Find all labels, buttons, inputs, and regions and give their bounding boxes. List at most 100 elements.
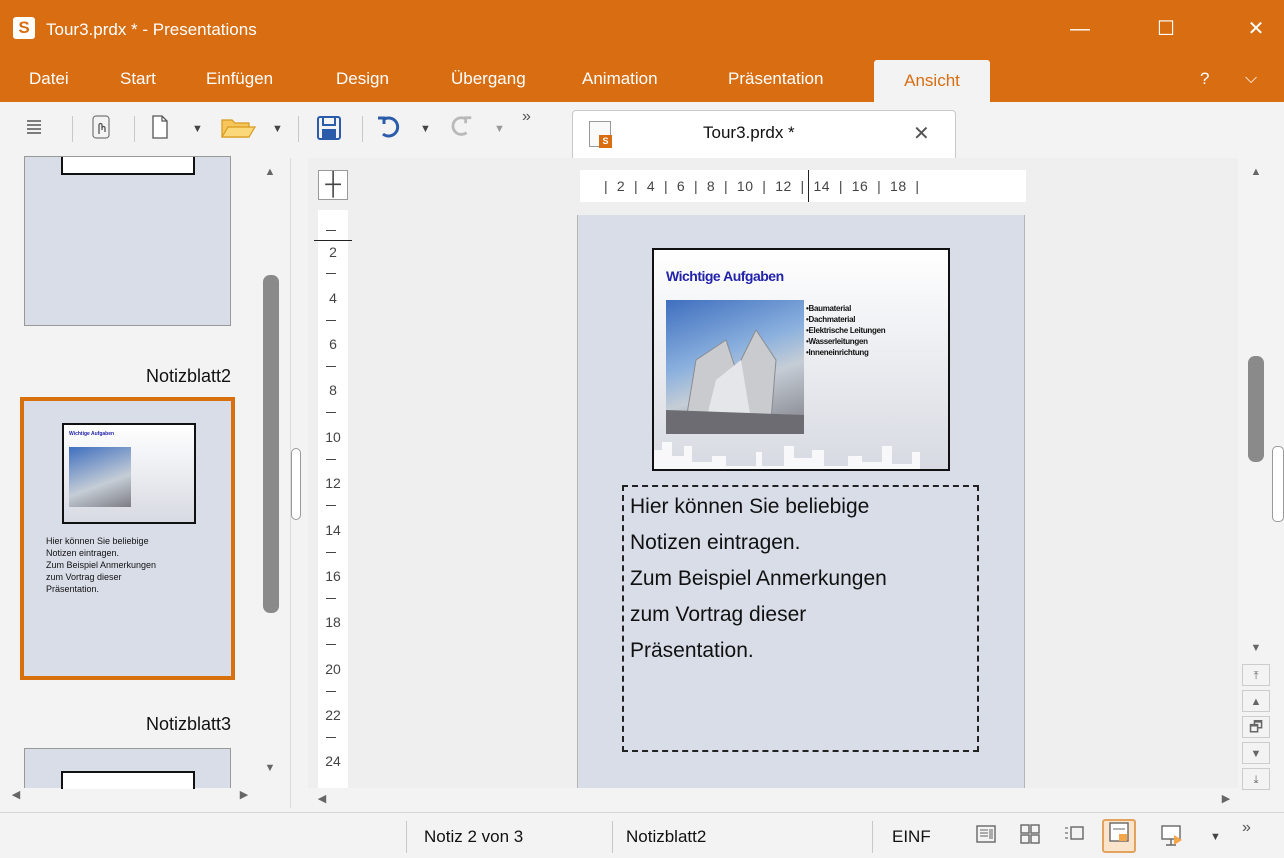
scroll-left-arrow-icon[interactable]: ◀ bbox=[314, 792, 330, 805]
outline-view-icon[interactable] bbox=[1060, 823, 1088, 851]
hand-pointer-icon[interactable] bbox=[86, 114, 116, 144]
toolbar-separator bbox=[72, 116, 73, 142]
dropdown-arrow-icon[interactable]: ▼ bbox=[192, 114, 203, 144]
ruler-label: 10 bbox=[325, 429, 341, 445]
menu-uebergang[interactable]: Übergang bbox=[451, 56, 526, 102]
status-overflow-button[interactable]: » bbox=[1242, 819, 1251, 837]
scroll-up-arrow-icon[interactable]: ▲ bbox=[1248, 166, 1264, 178]
menu-bar: Datei Start Einfügen Design Übergang Ani… bbox=[0, 56, 1284, 102]
thumbnail-note-line: zum Vortrag dieser bbox=[46, 572, 122, 582]
menu-animation[interactable]: Animation bbox=[582, 56, 658, 102]
slide-preview[interactable]: Wichtige Aufgaben •Baumaterial •Dachmate… bbox=[652, 248, 950, 471]
close-tab-button[interactable]: ✕ bbox=[913, 121, 930, 146]
normal-view-icon[interactable] bbox=[972, 823, 1000, 851]
notes-line: Notizen eintragen. bbox=[630, 531, 801, 554]
scroll-left-arrow-icon[interactable]: ◀ bbox=[8, 788, 24, 801]
menu-datei[interactable]: Datei bbox=[29, 56, 69, 102]
scroll-down-arrow-icon[interactable]: ▼ bbox=[262, 762, 278, 774]
notes-line: Präsentation. bbox=[630, 639, 754, 662]
vertical-scrollbar[interactable]: ▲ ▼ ⤒ ▲ 🗗 ▼ ⤓ bbox=[1238, 158, 1284, 808]
thumbnail-slide-photo bbox=[69, 447, 131, 507]
splitter-handle[interactable] bbox=[291, 448, 301, 520]
thumbnail-scrollbar-thumb[interactable] bbox=[263, 275, 279, 613]
ruler-tick bbox=[326, 691, 336, 692]
document-tab[interactable]: S Tour3.prdx * ✕ bbox=[572, 110, 956, 158]
ruler-label: 6 bbox=[329, 336, 337, 352]
panel-splitter[interactable] bbox=[290, 158, 308, 808]
slideshow-icon[interactable] bbox=[1158, 823, 1186, 851]
thumbnail-notizblatt3[interactable] bbox=[24, 748, 231, 789]
app-logo-icon: S bbox=[13, 17, 35, 39]
ruler-tick bbox=[326, 230, 336, 231]
open-folder-icon[interactable] bbox=[218, 114, 258, 144]
maximize-button[interactable]: ☐ bbox=[1146, 14, 1186, 44]
ruler-tick bbox=[326, 552, 336, 553]
slide-bullet: •Inneneinrichtung bbox=[806, 348, 869, 357]
thumbnail-notizblatt2-selected[interactable]: Wichtige Aufgaben Hier können Sie belieb… bbox=[20, 397, 235, 680]
slide-skyline-decoration bbox=[654, 430, 948, 469]
status-bar: Notiz 2 von 3 Notizblatt2 EINF ▼ » bbox=[0, 812, 1284, 858]
save-icon[interactable] bbox=[312, 114, 346, 144]
next-page-icon[interactable]: ▼ bbox=[1242, 742, 1270, 764]
menu-einfuegen[interactable]: Einfügen bbox=[206, 56, 273, 102]
toolbar-overflow-button[interactable]: » bbox=[522, 108, 531, 126]
undo-icon[interactable] bbox=[372, 114, 406, 144]
thumbnail-note-line: Präsentation. bbox=[46, 584, 100, 594]
chevron-down-icon[interactable]: ⌵ bbox=[1245, 56, 1257, 102]
notes-text-box[interactable]: Hier können Sie beliebige Notizen eintra… bbox=[622, 485, 979, 752]
thumbnail-panel: Notizblatt2 Wichtige Aufgaben Hier könne… bbox=[0, 156, 290, 808]
ruler-label: 4 bbox=[329, 290, 337, 306]
status-page-name: Notizblatt2 bbox=[626, 827, 707, 846]
ruler-tick bbox=[326, 598, 336, 599]
menu-praesentation[interactable]: Präsentation bbox=[728, 56, 823, 102]
vertical-scrollbar-thumb[interactable] bbox=[1248, 356, 1264, 462]
slide-sorter-view-icon[interactable] bbox=[1016, 823, 1044, 851]
ruler-origin-crosshair-icon[interactable]: ┼ bbox=[318, 170, 348, 200]
menu-ansicht[interactable]: Ansicht bbox=[874, 60, 990, 102]
notes-line: Zum Beispiel Anmerkungen bbox=[630, 567, 887, 590]
side-panel-handle[interactable] bbox=[1272, 446, 1284, 522]
first-page-icon[interactable]: ⤒ bbox=[1242, 664, 1270, 686]
scroll-right-arrow-icon[interactable]: ▶ bbox=[1218, 792, 1234, 805]
horizontal-ruler[interactable]: | 2 | 4 | 6 | 8 | 10 | 12 | 14 | 16 | 18… bbox=[580, 170, 1026, 202]
thumbnail-notizblatt1[interactable] bbox=[24, 156, 231, 326]
menu-design[interactable]: Design bbox=[336, 56, 389, 102]
ruler-label: 16 bbox=[325, 568, 341, 584]
scroll-up-arrow-icon[interactable]: ▲ bbox=[262, 166, 278, 178]
help-button[interactable]: ? bbox=[1200, 56, 1209, 102]
redo-icon bbox=[446, 114, 476, 144]
previous-page-icon[interactable]: ▲ bbox=[1242, 690, 1270, 712]
ruler-cursor-marker bbox=[314, 240, 352, 241]
slide-title: Wichtige Aufgaben bbox=[666, 268, 784, 284]
thumbnail-note-line: Hier können Sie beliebige bbox=[46, 536, 149, 546]
dropdown-arrow-icon[interactable]: ▼ bbox=[272, 114, 283, 144]
document-tab-title: Tour3.prdx * bbox=[703, 123, 795, 142]
notes-view-icon[interactable] bbox=[1102, 819, 1136, 853]
dropdown-arrow-icon[interactable]: ▼ bbox=[1210, 831, 1221, 843]
ruler-tick bbox=[326, 412, 336, 413]
slide-bullet: •Baumaterial bbox=[806, 304, 851, 313]
status-insert-mode[interactable]: EINF bbox=[892, 827, 931, 847]
status-separator bbox=[612, 821, 613, 853]
new-document-icon[interactable] bbox=[146, 114, 174, 144]
horizontal-scrollbar[interactable]: ◀ ▶ bbox=[308, 788, 1238, 810]
window-title: Tour3.prdx * - Presentations bbox=[46, 20, 257, 39]
vertical-ruler[interactable]: 2 4 6 8 10 12 14 16 18 20 22 24 bbox=[314, 210, 352, 788]
last-page-icon[interactable]: ⤓ bbox=[1242, 768, 1270, 790]
thumbnail-label-notizblatt2: Notizblatt2 bbox=[145, 366, 231, 386]
ruler-tick bbox=[326, 737, 336, 738]
ruler-tick bbox=[326, 366, 336, 367]
dropdown-arrow-icon[interactable]: ▼ bbox=[420, 114, 431, 144]
scroll-down-arrow-icon[interactable]: ▼ bbox=[1248, 642, 1264, 654]
scroll-right-arrow-icon[interactable]: ▶ bbox=[236, 788, 252, 801]
close-window-button[interactable]: ✕ bbox=[1236, 14, 1276, 44]
sidebar-toggle-icon[interactable] bbox=[22, 114, 46, 144]
menu-start[interactable]: Start bbox=[120, 56, 156, 102]
ruler-tick bbox=[326, 273, 336, 274]
ruler-cursor-marker bbox=[808, 170, 809, 202]
ruler-label: 20 bbox=[325, 661, 341, 677]
minimize-button[interactable]: — bbox=[1060, 14, 1100, 44]
presentation-file-icon: S bbox=[589, 121, 612, 148]
ruler-label: 22 bbox=[325, 707, 341, 723]
page-view-icon[interactable]: 🗗 bbox=[1242, 716, 1270, 738]
